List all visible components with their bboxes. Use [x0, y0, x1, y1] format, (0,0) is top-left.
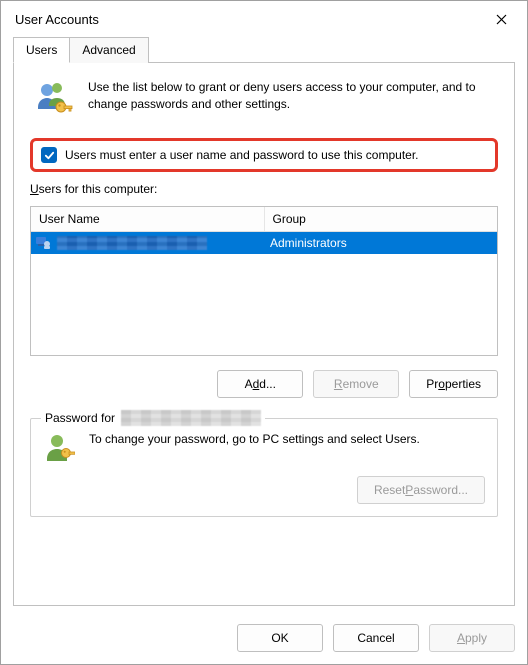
titlebar: User Accounts	[1, 1, 527, 37]
group-cell: Administrators	[262, 236, 497, 250]
tab-panel-users: Use the list below to grant or deny user…	[13, 63, 515, 606]
content-area: Users Advanced Use the l	[1, 37, 527, 614]
col-username[interactable]: User Name	[31, 207, 265, 231]
close-icon	[496, 14, 507, 25]
users-keys-icon	[34, 79, 74, 122]
list-rows: Administrators	[31, 232, 497, 355]
remove-button: Remove	[313, 370, 399, 398]
user-accounts-window: User Accounts Users Advanced	[0, 0, 528, 665]
users-for-label: UUsers for this computer:sers for this c…	[30, 182, 498, 196]
cancel-button[interactable]: Cancel	[333, 624, 419, 652]
apply-button: Apply	[429, 624, 515, 652]
table-row[interactable]: Administrators	[31, 232, 497, 254]
dialog-button-bar: OK Cancel Apply	[1, 614, 527, 664]
user-row-icon	[35, 235, 51, 252]
col-group[interactable]: Group	[265, 207, 498, 231]
tab-users[interactable]: Users	[13, 37, 70, 63]
require-login-checkbox[interactable]	[41, 147, 57, 163]
add-button[interactable]: Add...	[217, 370, 303, 398]
close-button[interactable]	[479, 4, 523, 34]
intro-text: Use the list below to grant or deny user…	[88, 79, 494, 114]
username-redacted	[57, 236, 207, 250]
window-title: User Accounts	[15, 12, 479, 27]
check-icon	[44, 150, 55, 161]
password-legend: Password for	[41, 410, 265, 426]
list-header: User Name Group	[31, 207, 497, 232]
tab-advanced[interactable]: Advanced	[69, 37, 148, 63]
intro-row: Use the list below to grant or deny user…	[30, 79, 498, 128]
reset-password-button: Reset Password...	[357, 476, 485, 504]
single-user-icon	[43, 431, 75, 466]
require-login-label: Users must enter a user name and passwor…	[65, 148, 419, 162]
password-user-redacted	[121, 410, 261, 426]
properties-button[interactable]: Properties	[409, 370, 498, 398]
require-login-highlight: Users must enter a user name and passwor…	[30, 138, 498, 172]
tab-strip: Users Advanced	[13, 37, 515, 63]
users-list[interactable]: User Name Group	[30, 206, 498, 356]
password-text: To change your password, go to PC settin…	[89, 431, 420, 448]
password-fieldset: Password for To change your password,	[30, 418, 498, 517]
user-buttons-row: Add... Remove Properties	[30, 370, 498, 398]
ok-button[interactable]: OK	[237, 624, 323, 652]
